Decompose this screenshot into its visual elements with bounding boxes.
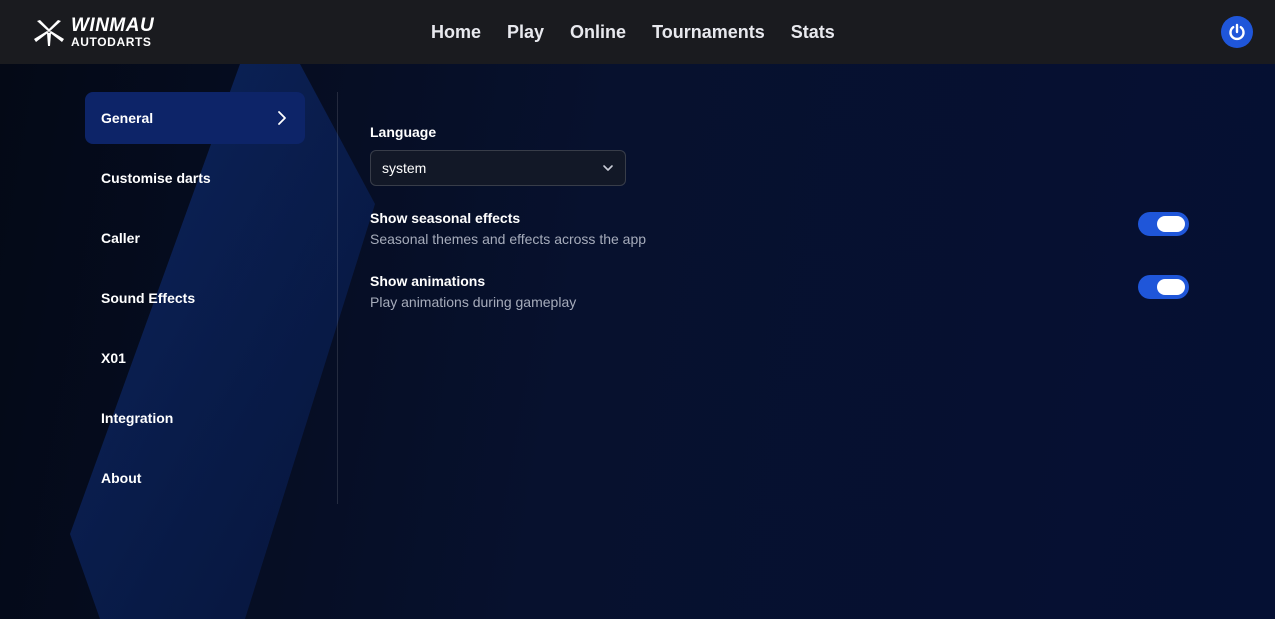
toggle-knob [1157,216,1185,232]
sidebar-item-label: Caller [101,230,140,246]
chevron-right-icon [278,111,286,125]
sidebar-item-about[interactable]: About [85,452,305,504]
power-icon [1229,23,1245,41]
sidebar-item-label: About [101,470,142,486]
seasonal-effects-toggle[interactable] [1138,212,1189,236]
power-button[interactable] [1221,16,1253,48]
settings-page: General Customise darts Caller Sound Eff… [0,64,1275,619]
seasonal-effects-setting: Show seasonal effects Seasonal themes an… [370,210,1190,250]
top-bar: WINMAU AUTODARTS Home Play Online Tourna… [0,0,1275,64]
sidebar-item-label: General [101,110,154,126]
sidebar-item-general[interactable]: General [85,92,305,144]
brand-name: WINMAU [71,15,155,36]
sidebar-item-x01[interactable]: X01 [85,332,305,384]
brand-logo[interactable]: WINMAU AUTODARTS [33,15,154,49]
animations-description: Play animations during gameplay [370,294,577,310]
language-label: Language [370,124,437,140]
animations-title: Show animations [370,273,486,289]
animations-setting: Show animations Play animations during g… [370,273,1190,313]
sidebar-item-label: Integration [101,410,174,426]
seasonal-effects-description: Seasonal themes and effects across the a… [370,231,647,247]
chevron-down-icon [603,165,613,171]
general-settings-panel: Language system Show seasonal effects Se… [370,124,1190,313]
language-select-value: system [382,160,427,176]
sidebar-item-caller[interactable]: Caller [85,212,305,264]
settings-sidebar: General Customise darts Caller Sound Eff… [85,92,305,512]
language-select[interactable]: system [370,150,626,186]
brand-wordmark: WINMAU AUTODARTS [71,16,154,48]
sidebar-divider [337,92,338,504]
main-nav: Home Play Online Tournaments Stats [431,0,861,64]
sidebar-item-label: Sound Effects [101,290,196,306]
seasonal-effects-title: Show seasonal effects [370,210,521,226]
sidebar-item-label: Customise darts [101,170,211,186]
nav-tournaments[interactable]: Tournaments [652,22,765,43]
sidebar-item-customise-darts[interactable]: Customise darts [85,152,305,204]
animations-toggle[interactable] [1138,275,1189,299]
brand-subtitle: AUTODARTS [71,35,152,49]
logo-mark-icon [34,20,64,46]
sidebar-item-sound-effects[interactable]: Sound Effects [85,272,305,324]
nav-online[interactable]: Online [570,22,626,43]
nav-stats[interactable]: Stats [791,22,835,43]
sidebar-item-integration[interactable]: Integration [85,392,305,444]
sidebar-item-label: X01 [101,350,126,366]
toggle-knob [1157,279,1185,295]
nav-play[interactable]: Play [507,22,544,43]
nav-home[interactable]: Home [431,22,481,43]
